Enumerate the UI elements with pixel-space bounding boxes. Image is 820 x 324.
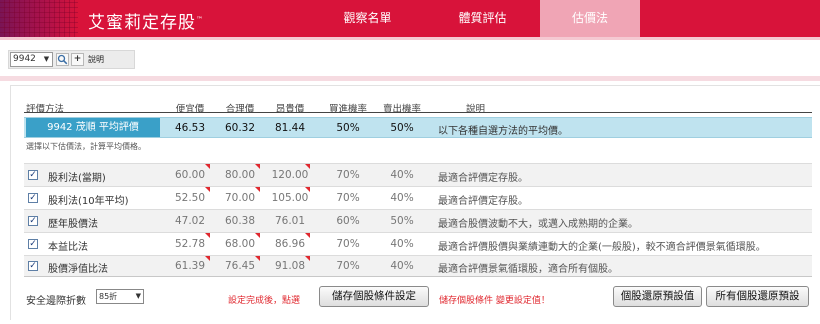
edit-flag-icon[interactable] — [205, 164, 210, 169]
logo-pattern — [0, 0, 78, 37]
row-method: 歷年股價法 — [48, 219, 98, 230]
edit-flag-icon[interactable] — [205, 256, 210, 261]
row-cheap: 60.00 — [174, 169, 206, 181]
row-cheap: 61.39 — [174, 260, 206, 272]
row-fair: 60.38 — [224, 215, 256, 227]
average-sell-rate: 50% — [390, 122, 414, 134]
table-bottom-rule — [24, 276, 812, 277]
row-sell-rate: 40% — [390, 169, 414, 181]
row-checkbox[interactable]: ✓ — [28, 216, 38, 226]
row-expensive: 105.00 — [271, 192, 309, 204]
stock-code-select[interactable]: 9942 ▼ — [10, 52, 53, 67]
row-sell-rate: 40% — [390, 238, 414, 250]
stock-toolbar: 9942 ▼ + 說明 — [8, 50, 135, 69]
average-cheap: 46.53 — [174, 122, 206, 134]
edit-flag-icon[interactable] — [305, 164, 310, 169]
save-instruction: 設定完成後，點選 — [228, 296, 301, 306]
nav-watchlist[interactable]: 觀察名單 — [310, 0, 425, 37]
chevron-down-icon: ▼ — [135, 292, 141, 300]
site-logo[interactable]: 艾蜜莉定存股™ — [88, 8, 204, 33]
save-note: 儲存個股條件 變更設定值！ — [439, 296, 550, 306]
row-method: 股利法(10年平均) — [48, 196, 129, 207]
row-cheap: 52.78 — [174, 238, 206, 250]
average-expensive: 81.44 — [274, 122, 306, 134]
average-fair: 60.32 — [224, 122, 256, 134]
reset-all-button[interactable]: 所有個股還原預設 — [706, 286, 809, 307]
row-desc: 最適合評價定存股。 — [438, 173, 528, 184]
row-fair: 68.00 — [224, 238, 256, 250]
row-method: 股價淨值比法 — [48, 264, 108, 275]
section-divider — [0, 76, 820, 81]
row-method: 本益比法 — [48, 242, 88, 253]
row-sell-rate: 40% — [390, 260, 414, 272]
row-expensive: 86.96 — [274, 238, 306, 250]
row-method: 股利法(當期) — [48, 173, 106, 184]
row-sell-rate: 40% — [390, 192, 414, 204]
row-desc: 最適合評價股價與業績連動大的企業(一般股)，較不適合評價景氣循環股。 — [438, 242, 766, 253]
search-icon[interactable] — [56, 53, 69, 66]
row-buy-rate: 70% — [336, 192, 360, 204]
edit-flag-icon[interactable] — [255, 233, 260, 238]
nav-health-check[interactable]: 體質評估 — [425, 0, 540, 37]
edit-flag-icon[interactable] — [305, 256, 310, 261]
row-buy-rate: 70% — [336, 238, 360, 250]
discount-value: 85折 — [99, 292, 118, 301]
row-buy-rate: 60% — [336, 215, 360, 227]
row-checkbox[interactable]: ✓ — [28, 193, 38, 203]
reset-stock-button[interactable]: 個股還原預設值 — [613, 286, 702, 307]
row-buy-rate: 70% — [336, 169, 360, 181]
edit-flag-icon[interactable] — [255, 187, 260, 192]
header-underline — [0, 37, 820, 40]
row-cheap: 52.50 — [174, 192, 206, 204]
selection-hint: 選擇以下估價法，計算平均價格。 — [26, 142, 146, 151]
average-desc: 以下各種自選方法的平均價。 — [438, 126, 568, 137]
row-checkbox[interactable]: ✓ — [28, 239, 38, 249]
edit-flag-icon[interactable] — [305, 187, 310, 192]
average-buy-rate: 50% — [336, 122, 360, 134]
row-desc: 最適合評價定存股。 — [438, 196, 528, 207]
row-desc: 最適合評價景氣循環股，適合所有個股。 — [438, 264, 618, 275]
row-buy-rate: 70% — [336, 260, 360, 272]
stock-code-value: 9942 — [13, 54, 36, 64]
row-expensive: 91.08 — [274, 260, 306, 272]
row-expensive: 120.00 — [271, 169, 309, 181]
average-name: 9942 茂順 平均評價 — [26, 118, 160, 137]
discount-select[interactable]: 85折 ▼ — [96, 289, 144, 304]
row-desc: 最適合股價波動不大，或邁入成熟期的企業。 — [438, 219, 638, 230]
edit-flag-icon[interactable] — [305, 233, 310, 238]
edit-flag-icon[interactable] — [205, 187, 210, 192]
edit-flag-icon[interactable] — [255, 256, 260, 261]
help-link[interactable]: 說明 — [88, 54, 104, 65]
top-header: 艾蜜莉定存股™ 觀察名單 體質評估 估價法 — [0, 0, 820, 37]
row-fair: 80.00 — [224, 169, 256, 181]
chevron-down-icon: ▼ — [43, 55, 50, 63]
nav-valuation[interactable]: 估價法 — [540, 0, 640, 37]
safety-margin-label: 安全邊際折數 — [26, 296, 86, 307]
row-fair: 76.45 — [224, 260, 256, 272]
row-cheap: 47.02 — [174, 215, 206, 227]
plus-icon[interactable]: + — [71, 53, 84, 66]
row-checkbox[interactable]: ✓ — [28, 261, 38, 271]
save-settings-button[interactable]: 儲存個股條件設定 — [319, 286, 429, 307]
edit-flag-icon[interactable] — [255, 164, 260, 169]
row-fair: 70.00 — [224, 192, 256, 204]
header-rule — [24, 112, 812, 113]
row-expensive: 76.01 — [274, 215, 306, 227]
row-sell-rate: 50% — [390, 215, 414, 227]
edit-flag-icon[interactable] — [205, 233, 210, 238]
row-checkbox[interactable]: ✓ — [28, 170, 38, 180]
